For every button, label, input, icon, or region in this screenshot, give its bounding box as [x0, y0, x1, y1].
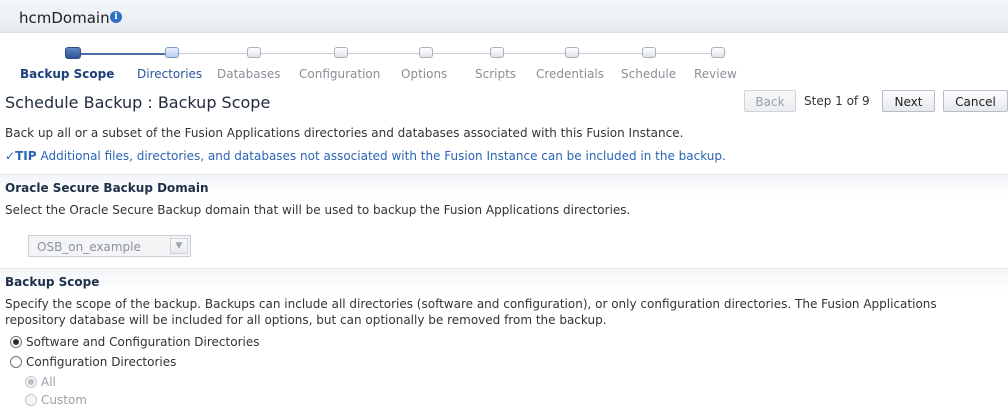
radio-button-disabled [25, 394, 37, 406]
train-label-backup-scope[interactable]: Backup Scope [20, 67, 114, 81]
info-icon[interactable]: i [110, 11, 122, 23]
tip-label: TIP [15, 149, 37, 163]
osb-domain-section-title: Oracle Secure Backup Domain [5, 181, 209, 195]
train-label-options: Options [401, 67, 448, 81]
chevron-down-icon[interactable]: ▼ [170, 238, 188, 254]
train-stop-review [711, 47, 725, 58]
train-label-schedule: Schedule [621, 67, 677, 81]
train-label-scripts: Scripts [475, 67, 517, 81]
osb-domain-select[interactable]: OSB_on_example ▼ [28, 235, 191, 257]
backup-scope-description-line2: repository database will be included for… [5, 313, 607, 327]
train-label-credentials: Credentials [536, 67, 605, 81]
tip-check-icon: ✓ [5, 149, 16, 163]
next-button[interactable]: Next [882, 90, 935, 112]
radio-label: Software and Configuration Directories [26, 335, 260, 349]
train-stop-databases [247, 47, 261, 58]
backup-scope-description-line1: Specify the scope of the backup. Backups… [5, 297, 937, 311]
train-stop-options [419, 47, 433, 58]
radio-sub-all: All [25, 375, 56, 389]
radio-label: Configuration Directories [26, 355, 177, 369]
tip-message: ✓TIP Additional files, directories, and d… [5, 149, 726, 163]
osb-domain-selected-value: OSB_on_example [37, 240, 141, 254]
train-stop-backup-scope[interactable] [65, 47, 81, 59]
back-button[interactable]: Back [744, 90, 796, 112]
radio-label: Custom [41, 393, 87, 407]
domain-title: hcmDomain [19, 9, 110, 27]
train-track-progress [76, 53, 172, 55]
train-stop-schedule [642, 47, 656, 58]
radio-button-checked[interactable] [10, 336, 22, 348]
radio-button[interactable] [10, 356, 22, 368]
step-indicator: Step 1 of 9 [804, 94, 870, 108]
radio-button-disabled-checked [25, 376, 37, 388]
page-description: Back up all or a subset of the Fusion Ap… [5, 126, 684, 140]
radio-software-and-configuration[interactable]: Software and Configuration Directories [10, 335, 259, 349]
train-stop-directories[interactable] [165, 47, 179, 58]
tip-text: Additional files, directories, and datab… [40, 149, 726, 163]
train-stop-scripts [490, 47, 504, 58]
train-label-databases: Databases [217, 67, 281, 81]
domain-header: hcmDomain i [0, 0, 1008, 33]
cancel-button[interactable]: Cancel [943, 90, 1008, 112]
backup-scope-section-title: Backup Scope [5, 275, 100, 289]
train-stop-configuration [334, 47, 348, 58]
radio-label: All [41, 375, 56, 389]
train-label-review: Review [694, 67, 737, 81]
page-title: Schedule Backup : Backup Scope [5, 93, 271, 112]
radio-configuration-directories[interactable]: Configuration Directories [10, 355, 176, 369]
train-label-directories[interactable]: Directories [137, 67, 202, 81]
osb-domain-description: Select the Oracle Secure Backup domain t… [5, 203, 631, 217]
radio-sub-custom: Custom [25, 393, 87, 407]
train-stop-credentials [565, 47, 579, 58]
train-label-configuration: Configuration [299, 67, 381, 81]
backup-scope-section-header [0, 268, 1008, 291]
